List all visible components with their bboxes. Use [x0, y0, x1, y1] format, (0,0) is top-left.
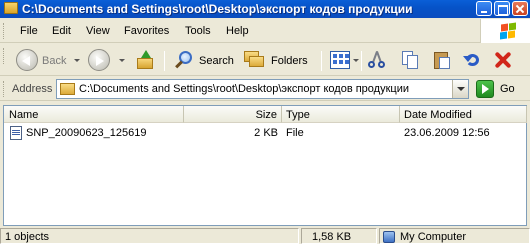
address-input[interactable]: C:\Documents and Settings\root\Desktop\э… — [56, 79, 469, 99]
file-icon[interactable] — [10, 126, 22, 140]
file-list-view[interactable]: Name Size Type Date Modified SNP_2009062… — [3, 105, 527, 226]
menu-view[interactable]: View — [86, 25, 110, 37]
address-label: Address — [12, 83, 53, 95]
go-arrow-icon[interactable] — [476, 80, 494, 98]
go-button-label[interactable]: Go — [500, 83, 515, 95]
views-dropdown-icon[interactable] — [353, 59, 359, 62]
my-computer-icon — [383, 231, 395, 243]
close-button[interactable] — [512, 1, 528, 16]
status-bar: 1 objects 1,58 KB My Computer — [0, 228, 530, 244]
toolbar-separator — [164, 51, 165, 71]
go-button[interactable]: Go — [476, 80, 526, 98]
back-button-label[interactable]: Back — [42, 55, 66, 67]
folders-icon[interactable] — [244, 51, 266, 69]
window-title: C:\Documents and Settings\root\Desktop\э… — [22, 2, 413, 16]
back-history-dropdown-icon[interactable] — [74, 59, 80, 62]
menu-file[interactable]: File — [20, 25, 38, 37]
column-header-size[interactable]: Size — [184, 106, 282, 123]
toolbar-separator — [321, 51, 322, 71]
file-date-modified: 23.06.2009 12:56 — [404, 127, 490, 139]
search-button-label[interactable]: Search — [199, 55, 234, 67]
address-bar: Address C:\Documents and Settings\root\D… — [0, 77, 530, 101]
minimize-button[interactable] — [476, 1, 492, 16]
menu-edit[interactable]: Edit — [52, 25, 71, 37]
address-dropdown-icon[interactable] — [452, 80, 468, 98]
forward-button[interactable] — [88, 49, 110, 71]
views-icon[interactable] — [330, 51, 350, 69]
windows-logo-icon — [480, 19, 530, 43]
file-size: 2 KB — [254, 127, 278, 139]
back-arrow-icon[interactable] — [16, 49, 38, 71]
forward-history-dropdown-icon[interactable] — [119, 59, 125, 62]
column-header-type-label: Type — [286, 109, 310, 121]
status-object-count: 1 objects — [5, 231, 50, 243]
cut-icon[interactable] — [367, 50, 387, 70]
title-bar[interactable]: C:\Documents and Settings\root\Desktop\э… — [0, 0, 530, 18]
toolbar-grip[interactable] — [3, 23, 6, 39]
toolbar-grip[interactable] — [3, 81, 6, 97]
folder-icon — [60, 83, 75, 95]
column-header-date-label: Date Modified — [404, 109, 472, 121]
folder-icon — [4, 2, 18, 14]
menu-bar: File Edit View Favorites Tools Help — [0, 19, 530, 43]
status-total-size: 1,58 KB — [312, 231, 352, 243]
column-header-name-label: Name — [9, 109, 39, 121]
file-name[interactable]: SNP_20090623_125619 — [26, 127, 147, 139]
file-row[interactable]: SNP_20090623_125619 2 KB File 23.06.2009… — [4, 125, 526, 141]
search-icon[interactable] — [174, 50, 194, 70]
column-header-date-modified[interactable]: Date Modified — [400, 106, 527, 123]
standard-toolbar: Back Search Folders — [0, 44, 530, 76]
toolbar-separator — [361, 51, 362, 71]
status-objects-pane: 1 objects — [0, 228, 299, 244]
column-header-name[interactable]: Name — [4, 106, 184, 123]
up-folder-icon[interactable] — [135, 50, 155, 70]
paste-icon[interactable] — [432, 49, 452, 71]
column-header-type[interactable]: Type — [282, 106, 400, 123]
status-location: My Computer — [400, 231, 467, 243]
menu-tools[interactable]: Tools — [185, 25, 211, 37]
status-location-pane: My Computer — [379, 228, 530, 244]
menu-help[interactable]: Help — [226, 25, 249, 37]
address-value[interactable]: C:\Documents and Settings\root\Desktop\э… — [79, 83, 409, 95]
copy-icon[interactable] — [400, 50, 420, 70]
toolbar-grip[interactable] — [3, 48, 6, 64]
file-type: File — [286, 127, 304, 139]
maximize-button[interactable] — [494, 1, 510, 16]
column-header-size-label: Size — [255, 109, 277, 121]
status-size-pane: 1,58 KB — [301, 228, 377, 244]
menu-favorites[interactable]: Favorites — [124, 25, 169, 37]
folders-button-label[interactable]: Folders — [271, 55, 308, 67]
delete-icon[interactable] — [493, 50, 513, 70]
undo-icon[interactable] — [462, 50, 482, 70]
